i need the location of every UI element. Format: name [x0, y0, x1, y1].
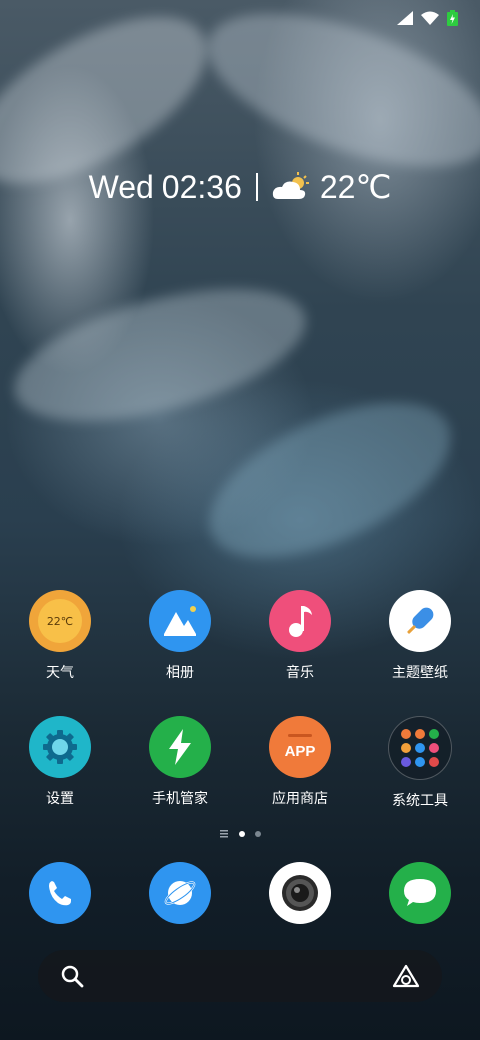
app-theme-wallpaper[interactable]: 主题壁纸	[360, 590, 480, 682]
camera-app-button[interactable]	[269, 862, 331, 924]
assistant-icon[interactable]	[392, 964, 420, 988]
clock-weather-widget[interactable]: Wed 02:36 22℃	[0, 168, 480, 206]
wallpaper-streak	[0, 263, 320, 447]
app-label: 手机管家	[152, 790, 208, 806]
app-label: 主题壁纸	[392, 664, 448, 680]
search-bar[interactable]	[38, 950, 442, 1002]
weather-badge: 22℃	[38, 599, 82, 643]
app-gallery[interactable]: 相册	[120, 590, 240, 682]
divider	[255, 173, 258, 201]
app-app-store[interactable]: APP 应用商店	[240, 716, 360, 810]
partly-sunny-icon	[272, 172, 309, 199]
app-weather[interactable]: 22℃ 天气	[0, 590, 120, 682]
app-grid-row-2: 设置 手机管家 APP 应用商店 系统工具	[0, 716, 480, 810]
dock	[0, 862, 480, 924]
gear-icon	[29, 716, 91, 778]
page-dot	[255, 831, 261, 837]
music-icon	[269, 590, 331, 652]
wifi-icon	[421, 11, 439, 25]
message-icon	[404, 879, 436, 906]
app-label: 相册	[166, 664, 194, 680]
browser-icon	[164, 881, 196, 905]
camera-icon	[282, 875, 318, 911]
messages-app-button[interactable]	[389, 862, 451, 924]
gallery-icon	[149, 590, 211, 652]
lightning-icon	[149, 716, 211, 778]
app-music[interactable]: 音乐	[240, 590, 360, 682]
status-bar	[397, 10, 458, 26]
date-day: Wed	[88, 168, 154, 205]
app-system-tools-folder[interactable]: 系统工具	[360, 716, 480, 810]
app-phone-manager[interactable]: 手机管家	[120, 716, 240, 810]
page-indicator[interactable]	[0, 830, 480, 838]
home-screen: Wed 02:36 22℃ 22℃ 天气 相册 音乐 主题壁纸 设置 手机管家 …	[0, 0, 480, 1040]
phone-icon	[49, 881, 71, 906]
app-badge-text: APP	[284, 743, 316, 760]
store-handle	[288, 734, 312, 737]
app-settings[interactable]: 设置	[0, 716, 120, 810]
app-label: 音乐	[286, 664, 314, 680]
cellular-signal-icon	[397, 11, 413, 25]
app-grid-row-1: 22℃ 天气 相册 音乐 主题壁纸	[0, 590, 480, 682]
app-store-icon: APP	[269, 716, 331, 778]
clock-time: 02:36	[161, 168, 242, 205]
app-label: 设置	[46, 790, 74, 806]
search-icon[interactable]	[60, 964, 84, 988]
phone-app-button[interactable]	[29, 862, 91, 924]
temperature: 22℃	[319, 169, 392, 205]
app-label: 天气	[46, 664, 74, 680]
weather-icon: 22℃	[29, 590, 91, 652]
app-label: 系统工具	[392, 792, 448, 808]
folder-icon	[388, 716, 452, 780]
app-label: 应用商店	[272, 790, 328, 806]
battery-charging-icon	[447, 10, 458, 26]
menu-lines-icon	[220, 830, 228, 838]
page-dot-active	[239, 831, 245, 837]
popsicle-icon	[389, 590, 451, 652]
browser-app-button[interactable]	[149, 862, 211, 924]
wallpaper-streak	[186, 370, 474, 590]
